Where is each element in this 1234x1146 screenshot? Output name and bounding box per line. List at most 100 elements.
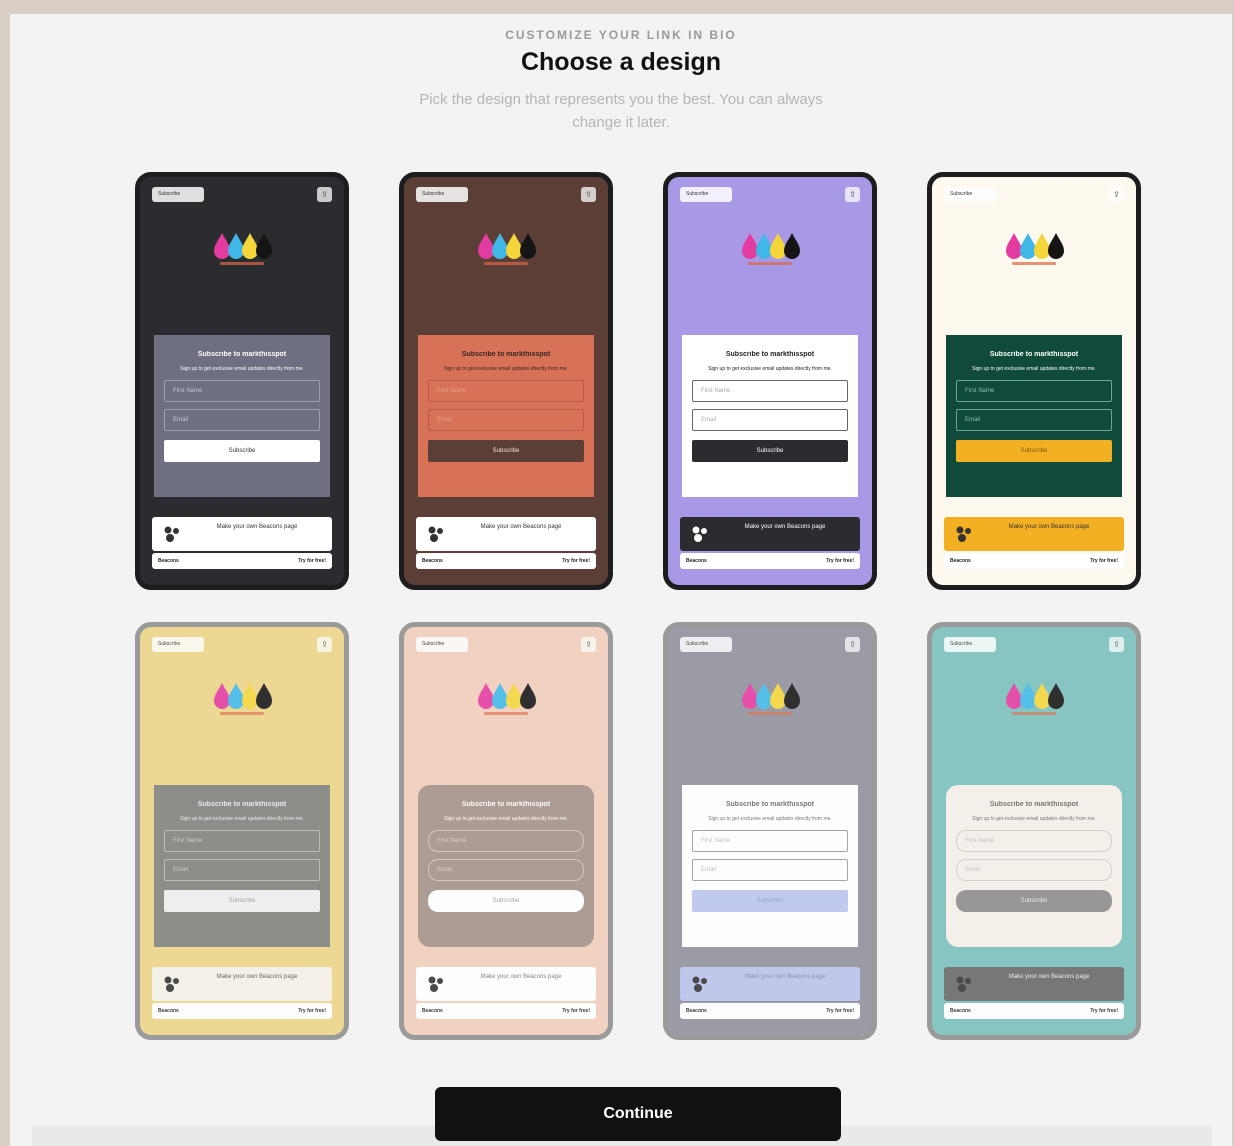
subscribe-button: Subscribe — [164, 440, 320, 462]
preview-footer: Beacons Try for free! — [680, 1003, 860, 1019]
beacons-promo: Make your own Beacons page — [416, 967, 596, 1001]
promo-text: Make your own Beacons page — [1008, 974, 1090, 980]
beacons-promo: Make your own Beacons page — [416, 517, 596, 551]
share-icon: ⇪ — [1109, 637, 1124, 652]
subscribe-card: Subscribe to markthisspot Sign up to get… — [946, 335, 1122, 497]
email-field: Email — [164, 409, 320, 431]
subscribe-button: Subscribe — [956, 890, 1112, 912]
subscribe-pill: Subscribe — [680, 637, 732, 652]
preview-footer: Beacons Try for free! — [680, 553, 860, 569]
footer-brand: Beacons — [422, 558, 443, 564]
subscribe-pill: Subscribe — [416, 637, 468, 652]
share-icon: ⇪ — [317, 187, 332, 202]
beacons-promo: Make your own Beacons page — [152, 517, 332, 551]
card-title: Subscribe to markthisspot — [461, 801, 551, 808]
subscribe-button: Subscribe — [692, 440, 848, 462]
card-title: Subscribe to markthisspot — [461, 351, 551, 358]
card-title: Subscribe to markthisspot — [989, 351, 1079, 358]
card-description: Sign up to get exclusive email updates d… — [180, 366, 304, 372]
card-description: Sign up to get exclusive email updates d… — [444, 816, 568, 822]
card-description: Sign up to get exclusive email updates d… — [708, 366, 832, 372]
continue-button[interactable]: Continue — [435, 1087, 841, 1141]
beacons-logo-icon — [956, 526, 971, 542]
preview-topbar: Subscribe ⇪ — [680, 637, 860, 653]
share-icon: ⇪ — [1109, 187, 1124, 202]
ink-drops-logo-icon — [478, 233, 536, 265]
subscribe-button: Subscribe — [956, 440, 1112, 462]
email-field: Email — [956, 859, 1112, 881]
beacons-logo-icon — [692, 976, 707, 992]
footer-try-link: Try for free! — [826, 558, 854, 564]
preview-topbar: Subscribe ⇪ — [416, 187, 596, 203]
subscribe-button: Subscribe — [428, 890, 584, 912]
ink-drops-logo-icon — [742, 233, 800, 265]
design-picker-page: CUSTOMIZE YOUR LINK IN BIO Choose a desi… — [10, 14, 1232, 1146]
share-icon: ⇪ — [581, 187, 596, 202]
card-description: Sign up to get exclusive email updates d… — [708, 816, 832, 822]
preview-topbar: Subscribe ⇪ — [152, 637, 332, 653]
subscribe-pill: Subscribe — [152, 637, 204, 652]
card-title: Subscribe to markthisspot — [989, 801, 1079, 808]
preview-footer: Beacons Try for free! — [416, 1003, 596, 1019]
beacons-logo-icon — [164, 526, 179, 542]
footer-try-link: Try for free! — [562, 1008, 590, 1014]
footer-brand: Beacons — [158, 1008, 179, 1014]
footer-try-link: Try for free! — [826, 1008, 854, 1014]
email-field: Email — [428, 409, 584, 431]
preview-footer: Beacons Try for free! — [152, 553, 332, 569]
subscribe-card: Subscribe to markthisspot Sign up to get… — [154, 785, 330, 947]
subscribe-card: Subscribe to markthisspot Sign up to get… — [682, 785, 858, 947]
preview-footer: Beacons Try for free! — [944, 1003, 1124, 1019]
ink-drops-logo-icon — [214, 683, 272, 715]
design-option-teal[interactable]: Subscribe ⇪ Subscribe to markthisspot Si… — [927, 622, 1141, 1040]
first-name-field: First Name — [164, 380, 320, 402]
subscribe-pill: Subscribe — [680, 187, 732, 202]
footer-brand: Beacons — [686, 1008, 707, 1014]
footer-brand: Beacons — [950, 1008, 971, 1014]
subscribe-pill: Subscribe — [944, 187, 996, 202]
design-option-dark[interactable]: Subscribe ⇪ Subscribe to markthisspot Si… — [135, 172, 349, 590]
subscribe-button: Subscribe — [164, 890, 320, 912]
email-field: Email — [956, 409, 1112, 431]
subscribe-pill: Subscribe — [944, 637, 996, 652]
card-description: Sign up to get exclusive email updates d… — [444, 366, 568, 372]
subscribe-button: Subscribe — [692, 890, 848, 912]
subscribe-pill: Subscribe — [416, 187, 468, 202]
beacons-promo: Make your own Beacons page — [944, 967, 1124, 1001]
design-option-lavender[interactable]: Subscribe ⇪ Subscribe to markthisspot Si… — [663, 172, 877, 590]
card-title: Subscribe to markthisspot — [725, 351, 815, 358]
beacons-logo-icon — [164, 976, 179, 992]
footer-brand: Beacons — [158, 558, 179, 564]
subscribe-card: Subscribe to markthisspot Sign up to get… — [418, 785, 594, 947]
promo-text: Make your own Beacons page — [1008, 524, 1090, 530]
design-option-peach[interactable]: Subscribe ⇪ Subscribe to markthisspot Si… — [399, 622, 613, 1040]
preview-topbar: Subscribe ⇪ — [944, 187, 1124, 203]
subscribe-card: Subscribe to markthisspot Sign up to get… — [946, 785, 1122, 947]
card-title: Subscribe to markthisspot — [197, 801, 287, 808]
first-name-field: First Name — [956, 830, 1112, 852]
preview-footer: Beacons Try for free! — [416, 553, 596, 569]
ink-drops-logo-icon — [1006, 683, 1064, 715]
first-name-field: First Name — [956, 380, 1112, 402]
email-field: Email — [692, 859, 848, 881]
email-field: Email — [164, 859, 320, 881]
preview-footer: Beacons Try for free! — [152, 1003, 332, 1019]
share-icon: ⇪ — [845, 187, 860, 202]
beacons-promo: Make your own Beacons page — [680, 967, 860, 1001]
footer-brand: Beacons — [950, 558, 971, 564]
first-name-field: First Name — [692, 380, 848, 402]
share-icon: ⇪ — [317, 637, 332, 652]
card-title: Subscribe to markthisspot — [197, 351, 287, 358]
design-option-brown[interactable]: Subscribe ⇪ Subscribe to markthisspot Si… — [399, 172, 613, 590]
design-option-slate[interactable]: Subscribe ⇪ Subscribe to markthisspot Si… — [663, 622, 877, 1040]
subscribe-card: Subscribe to markthisspot Sign up to get… — [418, 335, 594, 497]
design-option-mustard[interactable]: Subscribe ⇪ Subscribe to markthisspot Si… — [135, 622, 349, 1040]
promo-text: Make your own Beacons page — [480, 524, 562, 530]
card-description: Sign up to get exclusive email updates d… — [180, 816, 304, 822]
design-option-forest[interactable]: Subscribe ⇪ Subscribe to markthisspot Si… — [927, 172, 1141, 590]
footer-brand: Beacons — [686, 558, 707, 564]
ink-drops-logo-icon — [214, 233, 272, 265]
beacons-logo-icon — [428, 526, 443, 542]
share-icon: ⇪ — [845, 637, 860, 652]
first-name-field: First Name — [692, 830, 848, 852]
